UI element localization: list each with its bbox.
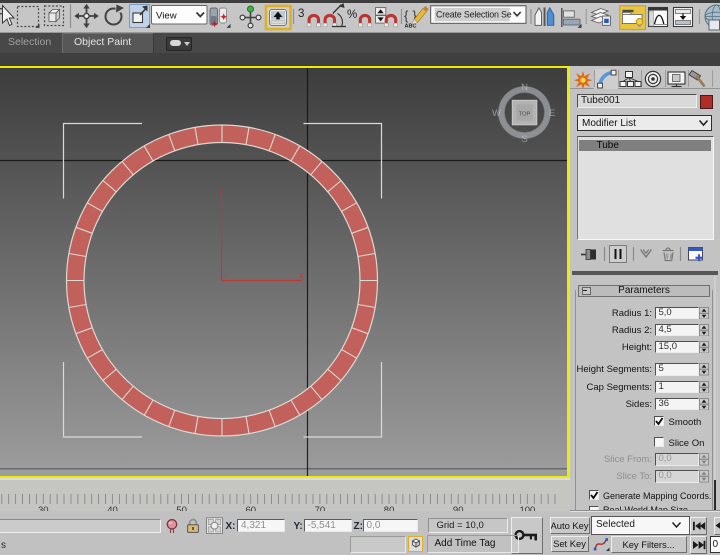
svg-text:View: View — [156, 11, 177, 22]
svg-text:S: S — [521, 134, 527, 145]
svg-text:TOP: TOP — [519, 112, 531, 118]
svg-text:W: W — [492, 108, 501, 119]
svg-text:Create Selection Se: Create Selection Se — [436, 10, 512, 20]
svg-text:ABC: ABC — [405, 24, 417, 30]
svg-text:x: x — [300, 271, 304, 280]
svg-text:y: y — [219, 187, 223, 196]
svg-text:3: 3 — [298, 8, 304, 20]
svg-text:N: N — [521, 82, 528, 93]
svg-text:{: { — [404, 8, 409, 23]
svg-text:z: z — [223, 271, 227, 280]
svg-text:%: % — [347, 9, 357, 21]
svg-text:E: E — [549, 108, 555, 119]
